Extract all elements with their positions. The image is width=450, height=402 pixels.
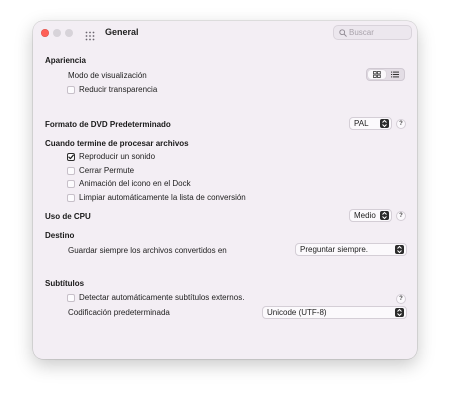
encoding-value: Unicode (UTF-8): [267, 308, 327, 317]
auto-clear-list-checkbox[interactable]: [67, 194, 75, 202]
window-title: General: [105, 27, 139, 37]
reduce-transparency-label: Reducir transparencia: [79, 85, 158, 94]
appearance-header: Apariencia: [45, 56, 86, 65]
close-button[interactable]: [41, 29, 49, 37]
dvd-format-help-button[interactable]: ?: [396, 119, 406, 129]
encoding-label: Codificación predeterminada: [68, 308, 170, 317]
dock-animation-label: Animación del icono en el Dock: [79, 179, 191, 188]
close-permute-checkbox[interactable]: [67, 167, 75, 175]
minimize-button[interactable]: [53, 29, 61, 37]
dock-animation-checkbox[interactable]: [67, 180, 75, 188]
dvd-format-label: Formato de DVD Predeterminado: [45, 120, 171, 129]
destination-label: Guardar siempre los archivos convertidos…: [68, 246, 227, 255]
view-mode-segmented-control[interactable]: [366, 68, 405, 81]
popup-arrows-icon: [395, 308, 404, 317]
grid-view-icon: [373, 71, 381, 78]
checkmark-icon: [68, 154, 74, 160]
play-sound-label: Reproducir un sonido: [79, 152, 156, 161]
auto-detect-subtitles-label: Detectar automáticamente subtítulos exte…: [79, 293, 245, 302]
popup-arrows-icon: [380, 211, 389, 220]
search-icon: [339, 29, 347, 37]
destination-value: Preguntar siempre.: [300, 245, 369, 254]
cpu-usage-popup[interactable]: Medio: [349, 209, 392, 222]
dvd-format-popup[interactable]: PAL: [349, 117, 392, 130]
reduce-transparency-checkbox[interactable]: [67, 86, 75, 94]
auto-clear-list-label: Limpiar automáticamente la lista de conv…: [79, 193, 246, 202]
on-finish-header: Cuando termine de procesar archivos: [45, 139, 189, 148]
preferences-window: General Apariencia Modo de visualización: [33, 21, 417, 359]
list-view-button[interactable]: [386, 70, 404, 79]
destination-header: Destino: [45, 231, 75, 240]
dvd-format-value: PAL: [354, 119, 369, 128]
close-permute-label: Cerrar Permute: [79, 166, 135, 175]
popup-arrows-icon: [395, 245, 404, 254]
auto-detect-subtitles-checkbox[interactable]: [67, 294, 75, 302]
zoom-button[interactable]: [65, 29, 73, 37]
view-mode-label: Modo de visualización: [68, 71, 147, 80]
play-sound-checkbox[interactable]: [67, 153, 75, 161]
destination-popup[interactable]: Preguntar siempre.: [295, 243, 407, 256]
subtitles-header: Subtítulos: [45, 279, 85, 288]
search-field[interactable]: [333, 25, 412, 40]
cpu-usage-help-button[interactable]: ?: [396, 211, 406, 221]
subtitles-help-button[interactable]: ?: [396, 294, 406, 304]
cpu-usage-value: Medio: [354, 211, 376, 220]
search-input[interactable]: [349, 26, 409, 39]
cpu-usage-label: Uso de CPU: [45, 212, 91, 221]
title-bar: General: [33, 21, 417, 45]
encoding-popup[interactable]: Unicode (UTF-8): [262, 306, 407, 319]
popup-arrows-icon: [380, 119, 389, 128]
list-view-icon: [391, 71, 399, 78]
grid-dots-icon[interactable]: [85, 28, 95, 41]
grid-view-button[interactable]: [368, 70, 386, 79]
